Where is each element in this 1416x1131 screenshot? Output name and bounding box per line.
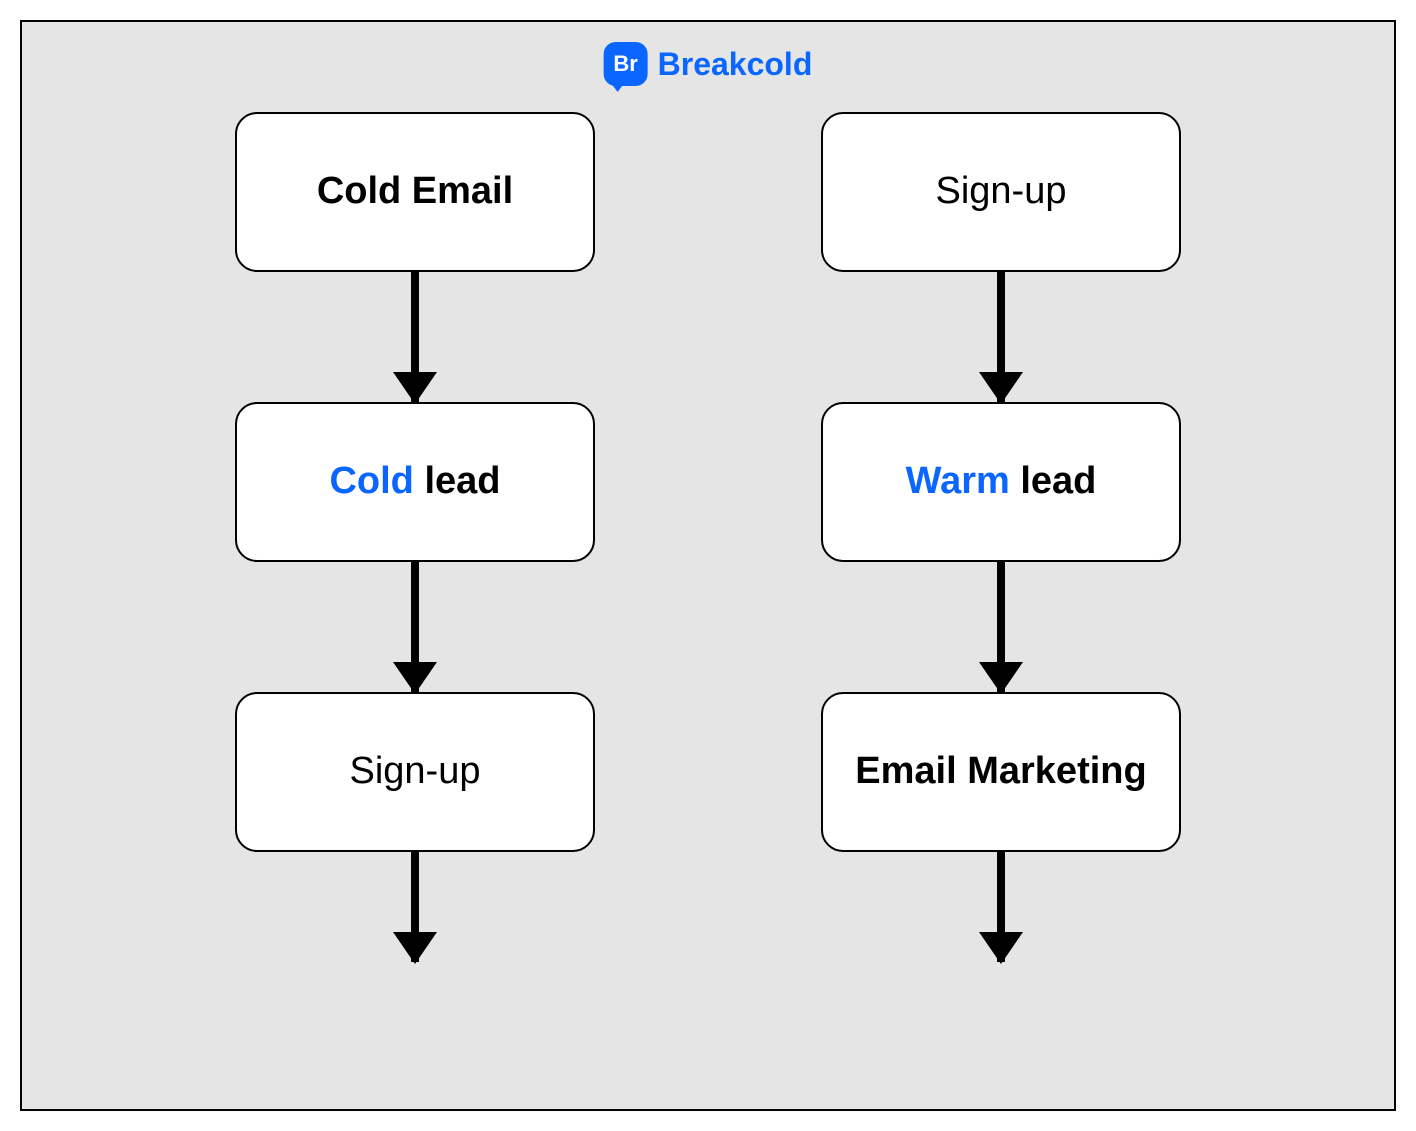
brand-name: Breakcold xyxy=(658,46,813,83)
node-signup-right: Sign-up xyxy=(821,112,1181,272)
node-label: Sign-up xyxy=(350,748,481,796)
node-signup-left: Sign-up xyxy=(235,692,595,852)
arrow-down-icon xyxy=(411,562,419,692)
flow-column-left: Cold Email Cold lead Sign-up xyxy=(235,112,595,1109)
node-label: Cold lead xyxy=(329,458,500,506)
arrow-down-icon xyxy=(997,562,1005,692)
node-label-accent: Cold xyxy=(329,460,413,502)
arrow-down-icon xyxy=(997,272,1005,402)
brand-icon-text: Br xyxy=(613,51,637,77)
node-email-marketing: Email Marketing xyxy=(821,692,1181,852)
arrow-down-icon xyxy=(411,272,419,402)
diagram-canvas: Br Breakcold Cold Email Cold lead Sign-u… xyxy=(20,20,1396,1111)
brand-logo: Br Breakcold xyxy=(604,42,813,86)
node-label-accent: Warm xyxy=(906,460,1010,502)
arrow-down-icon xyxy=(411,852,419,962)
node-cold-email: Cold Email xyxy=(235,112,595,272)
node-label: Cold Email xyxy=(317,168,513,216)
node-label-rest: lead xyxy=(1010,460,1097,502)
node-label: Email Marketing xyxy=(855,748,1146,796)
node-label: Sign-up xyxy=(936,168,1067,216)
node-label-rest: lead xyxy=(414,460,501,502)
node-warm-lead: Warm lead xyxy=(821,402,1181,562)
diagram-columns: Cold Email Cold lead Sign-up Sign-up xyxy=(22,112,1394,1109)
flow-column-right: Sign-up Warm lead Email Marketing xyxy=(821,112,1181,1109)
node-cold-lead: Cold lead xyxy=(235,402,595,562)
arrow-down-icon xyxy=(997,852,1005,962)
node-label: Warm lead xyxy=(906,458,1097,506)
brand-icon: Br xyxy=(604,42,648,86)
